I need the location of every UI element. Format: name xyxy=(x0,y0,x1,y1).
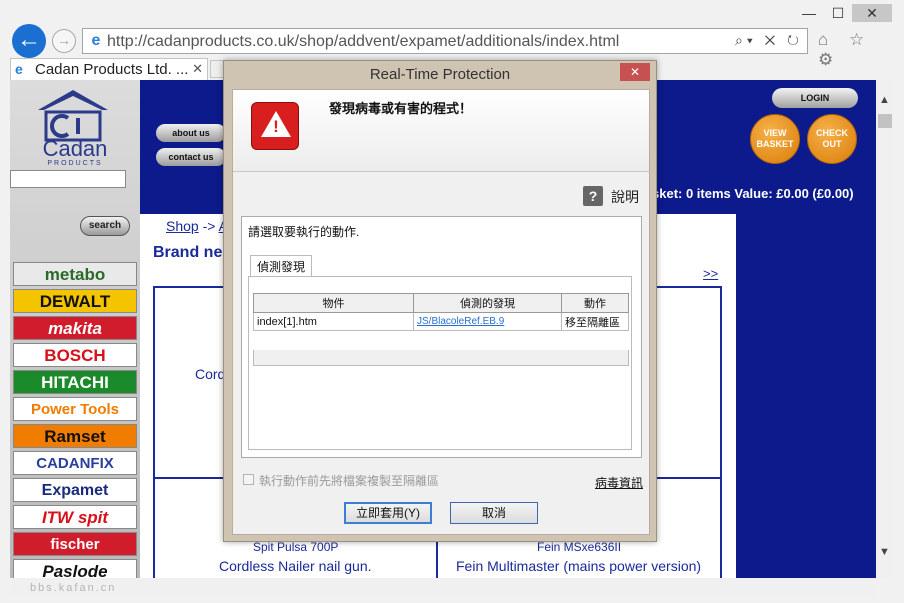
site-search-input[interactable] xyxy=(10,170,126,188)
help-icon[interactable]: ? xyxy=(583,186,603,206)
detections-table: 物件 偵測的發現 動作 index[1].htm JS/BlacoleRef.E… xyxy=(253,293,629,331)
right-panel xyxy=(736,214,876,578)
brand-bosch[interactable]: BOSCH xyxy=(13,343,137,367)
product-description[interactable]: Cordless Nailer nail gun. xyxy=(219,558,372,574)
minimize-button[interactable]: — xyxy=(795,4,823,22)
product-desc-partial[interactable]: Cord xyxy=(195,366,225,382)
horizontal-scrollbar[interactable] xyxy=(10,578,876,598)
address-url[interactable]: http://cadanproducts.co.uk/shop/addvent/… xyxy=(107,33,619,51)
scroll-thumb[interactable] xyxy=(878,114,892,128)
table-row[interactable]: index[1].htm JS/BlacoleRef.EB.9 移至隔離區 xyxy=(253,312,629,331)
product-model[interactable]: Spit Pulsa 700P xyxy=(253,540,338,554)
dialog-close-button[interactable]: ✕ xyxy=(620,63,650,81)
choose-action-text: 請選取要執行的動作. xyxy=(248,225,360,239)
tab-detections[interactable]: 偵測發現 xyxy=(250,255,312,277)
brand-itw-spit[interactable]: ITW spit xyxy=(13,505,137,529)
copy-to-quarantine-checkbox[interactable] xyxy=(243,474,254,485)
realtime-protection-dialog: Real-Time Protection ✕ ! 發現病毒或有害的程式！ ? 說… xyxy=(223,60,657,542)
next-page-link[interactable]: >> xyxy=(703,266,718,281)
ie-page-icon: e xyxy=(91,32,101,49)
dialog-body: ! 發現病毒或有害的程式！ ? 說明 請選取要執行的動作. 偵測發現 物件 偵測… xyxy=(232,89,650,535)
address-bar[interactable]: e http://cadanproducts.co.uk/shop/addven… xyxy=(82,28,808,54)
navigation-bar: ← → e http://cadanproducts.co.uk/shop/ad… xyxy=(0,24,904,69)
address-tools-icons[interactable]: ⌕▾ ✕ ↻ xyxy=(735,32,803,49)
table-empty-row xyxy=(253,350,629,366)
cell-object: index[1].htm xyxy=(253,312,414,331)
brand-fischer[interactable]: fischer xyxy=(13,532,137,556)
breadcrumb-shop-link[interactable]: Shop xyxy=(166,218,199,234)
column-header-action[interactable]: 動作 xyxy=(561,293,629,313)
browser-tab[interactable]: e Cadan Products Ltd. ... ✕ xyxy=(10,58,208,80)
column-header-object[interactable]: 物件 xyxy=(253,293,414,313)
warning-icon: ! xyxy=(251,102,299,150)
view-basket-button[interactable]: VIEW BASKET xyxy=(750,114,800,164)
cell-action[interactable]: 移至隔離區 xyxy=(561,312,629,331)
window-titlebar: — ☐ ✕ xyxy=(0,0,904,26)
logo-house-icon xyxy=(38,90,108,142)
vertical-scrollbar[interactable]: ▲ ▼ xyxy=(876,80,894,578)
tab-favicon-icon: e xyxy=(15,61,23,77)
apply-now-button[interactable]: 立即套用(Y) xyxy=(344,502,432,524)
brand-paslode[interactable]: Paslode xyxy=(13,559,137,578)
forward-button[interactable]: → xyxy=(52,29,76,53)
tab-title: Cadan Products Ltd. ... xyxy=(35,61,189,78)
tab-close-icon[interactable]: ✕ xyxy=(192,61,203,77)
brand-power-tools[interactable]: Power Tools xyxy=(13,397,137,421)
checkout-button[interactable]: CHECK OUT xyxy=(807,114,857,164)
basket-summary: sket: 0 items Value: £0.00 (£0.00) xyxy=(652,186,854,201)
left-sidebar: Cadan PRODUCTS search metabo DEWALT maki… xyxy=(10,80,140,578)
brand-hitachi[interactable]: HITACHI xyxy=(13,370,137,394)
product-model[interactable]: Fein MSxe636II xyxy=(537,540,621,554)
brand-dewalt[interactable]: DEWALT xyxy=(13,289,137,313)
breadcrumb-separator: -> xyxy=(202,218,216,234)
column-header-detection[interactable]: 偵測的發現 xyxy=(413,293,562,313)
nav-contact-us[interactable]: contact us xyxy=(156,148,226,166)
dialog-title: Real-Time Protection xyxy=(369,66,511,83)
brand-makita[interactable]: makita xyxy=(13,316,137,340)
action-panel: 請選取要執行的動作. 偵測發現 物件 偵測的發現 動作 index[1].htm… xyxy=(241,216,642,458)
cell-detection-link[interactable]: JS/BlacoleRef.EB.9 xyxy=(413,312,562,331)
new-tab-button[interactable] xyxy=(210,60,224,78)
product-description[interactable]: Fein Multimaster (mains power version) xyxy=(456,558,701,574)
brand-cadanfix[interactable]: CADANFIX xyxy=(13,451,137,475)
breadcrumb: Shop -> A xyxy=(166,218,228,234)
alert-banner: ! 發現病毒或有害的程式！ xyxy=(233,90,649,172)
login-button[interactable]: LOGIN xyxy=(772,88,858,108)
watermark-text: bbs.kafan.cn xyxy=(30,582,117,594)
brand-metabo[interactable]: metabo xyxy=(13,262,137,286)
logo-subtext: PRODUCTS xyxy=(47,160,103,167)
brand-ramset[interactable]: Ramset xyxy=(13,424,137,448)
site-logo[interactable]: Cadan PRODUCTS xyxy=(10,80,140,170)
window-close-button[interactable]: ✕ xyxy=(852,4,892,22)
nav-about-us[interactable]: about us xyxy=(156,124,226,142)
brand-expamet[interactable]: Expamet xyxy=(13,478,137,502)
scroll-down-icon[interactable]: ▼ xyxy=(879,546,890,558)
alert-title: 發現病毒或有害的程式！ xyxy=(329,101,473,116)
scroll-up-icon[interactable]: ▲ xyxy=(879,94,890,106)
virus-info-link[interactable]: 病毒資訊 xyxy=(595,474,643,491)
logo-text: Cadan xyxy=(42,136,108,161)
page-heading: Brand ne xyxy=(153,244,223,261)
detections-panel: 物件 偵測的發現 動作 index[1].htm JS/BlacoleRef.E… xyxy=(248,276,632,450)
help-link[interactable]: 說明 xyxy=(611,187,639,207)
copy-to-quarantine-label: 執行動作前先將檔案複製至隔離區 xyxy=(259,474,440,488)
maximize-button[interactable]: ☐ xyxy=(824,4,852,22)
site-search-button[interactable]: search xyxy=(80,216,130,236)
back-button[interactable]: ← xyxy=(12,24,46,58)
cancel-button[interactable]: 取消 xyxy=(450,502,538,524)
